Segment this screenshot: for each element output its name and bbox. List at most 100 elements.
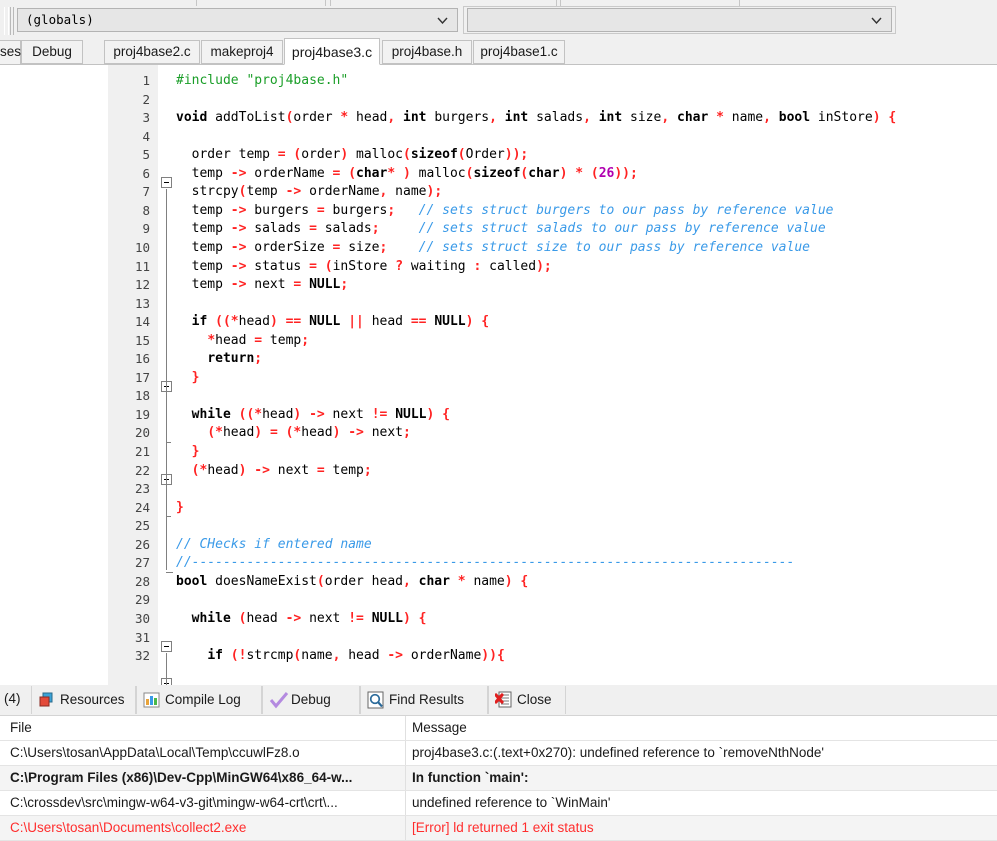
- code-line[interactable]: void addToList(order * head, int burgers…: [176, 110, 896, 125]
- line-number: 18: [134, 388, 150, 404]
- code-line[interactable]: while (head -> next != NULL) {: [176, 611, 427, 626]
- cell-message: In function `main':: [412, 770, 529, 785]
- line-number: 26: [134, 536, 150, 552]
- column-divider: [405, 791, 406, 816]
- code-line[interactable]: if (!strcmp(name, head -> orderName)){: [176, 648, 504, 663]
- line-number: 19: [134, 406, 150, 422]
- line-number: 13: [134, 295, 150, 311]
- resources-icon: [38, 691, 56, 709]
- fold-end-tick: [166, 571, 173, 573]
- output-tab-close[interactable]: Close: [488, 686, 566, 714]
- output-tab-label: Debug: [291, 692, 331, 707]
- cell-file: C:\Program Files (x86)\Dev-Cpp\MinGW64\x…: [10, 770, 353, 785]
- code-line[interactable]: }: [176, 444, 200, 459]
- line-number: 32: [134, 648, 150, 664]
- member-combo[interactable]: [467, 8, 892, 32]
- line-number: 3: [142, 110, 150, 126]
- code-line[interactable]: if ((*head) == NULL || head == NULL) {: [176, 314, 489, 329]
- tab-makeproj4[interactable]: makeproj4: [201, 40, 283, 64]
- issue-count-label: (4): [4, 691, 21, 706]
- fold-end-tick: [166, 441, 171, 443]
- fold-toggle-icon[interactable]: [161, 640, 172, 652]
- output-panel-tab-row: (4) Resources Compile Log Debug Find Result…: [0, 685, 997, 715]
- code-line[interactable]: temp -> salads = salads; // sets struct …: [176, 221, 826, 236]
- line-number: 9: [142, 221, 150, 237]
- code-line[interactable]: temp -> orderSize = size; // sets struct…: [176, 240, 810, 255]
- table-header-row: File Message: [0, 716, 997, 741]
- output-tab-find-results[interactable]: Find Results: [360, 686, 488, 714]
- fold-guide-line: [166, 485, 167, 514]
- tab-proj4base-h[interactable]: proj4base.h: [382, 40, 472, 64]
- code-editor[interactable]: 1 #include "proj4base.h" 2 3 void addToList(…: [0, 64, 997, 737]
- output-tab-debug[interactable]: Debug: [262, 686, 360, 714]
- line-number: 27: [134, 555, 150, 571]
- code-line[interactable]: #include "proj4base.h": [176, 73, 348, 88]
- line-number: 28: [134, 573, 150, 589]
- output-tab-compile-log[interactable]: Compile Log: [136, 686, 262, 714]
- compile-log-icon: [143, 691, 161, 709]
- code-line[interactable]: temp -> orderName = (char* ) malloc(size…: [176, 166, 638, 181]
- fold-guide-line: [166, 393, 167, 440]
- scope-combo[interactable]: (globals): [17, 8, 458, 32]
- fold-toggle-icon[interactable]: [161, 177, 172, 189]
- line-number: 1: [142, 73, 150, 88]
- find-results-icon: [367, 691, 385, 709]
- close-icon: [494, 691, 513, 709]
- code-line[interactable]: temp -> next = NULL;: [176, 277, 349, 292]
- tab-debug[interactable]: Debug: [21, 40, 83, 64]
- column-divider: [405, 766, 406, 791]
- code-line[interactable]: // CHecks if entered name: [176, 537, 372, 552]
- chevron-down-icon: [871, 17, 882, 24]
- line-number: 16: [134, 351, 150, 367]
- code-line[interactable]: while ((*head) -> next != NULL) {: [176, 407, 450, 422]
- code-line[interactable]: strcpy(temp -> orderName, name);: [176, 184, 443, 199]
- code-line[interactable]: (*head) = (*head) -> next;: [176, 425, 411, 440]
- output-tab-label: Close: [517, 692, 552, 707]
- line-number: 22: [134, 462, 150, 478]
- line-number: 14: [134, 314, 150, 330]
- column-header-file[interactable]: File: [10, 720, 32, 735]
- table-row[interactable]: C:\crossdev\src\mingw-w64-v3-git\mingw-w…: [0, 791, 997, 816]
- line-number: 31: [134, 629, 150, 645]
- code-line[interactable]: return;: [176, 351, 262, 366]
- code-line[interactable]: *head = temp;: [176, 333, 309, 348]
- editor-left-pad: [0, 65, 108, 686]
- cell-file: C:\Users\tosan\Documents\collect2.exe: [10, 820, 247, 835]
- line-number: 25: [134, 518, 150, 534]
- line-number: 17: [134, 369, 150, 385]
- column-header-message[interactable]: Message: [412, 720, 467, 735]
- output-tab-label: Find Results: [389, 692, 465, 707]
- toolbar-gripper[interactable]: [4, 7, 14, 35]
- line-number: 30: [134, 610, 150, 626]
- code-line[interactable]: temp -> burgers = burgers; // sets struc…: [176, 203, 834, 218]
- line-number: 12: [134, 277, 150, 293]
- tab-proj4base3-c[interactable]: proj4base3.c: [284, 38, 380, 65]
- column-divider: [405, 716, 406, 741]
- line-number: 29: [134, 592, 150, 608]
- table-row[interactable]: C:\Users\tosan\Documents\collect2.exe [Er…: [0, 816, 997, 841]
- code-line[interactable]: temp -> status = (inStore ? waiting : ca…: [176, 259, 552, 274]
- tab-partial-ses[interactable]: ses: [0, 40, 21, 66]
- line-number: 10: [134, 239, 150, 255]
- output-tab-label: Resources: [60, 692, 125, 707]
- code-text-area[interactable]: 1 #include "proj4base.h" 2 3 void addToList(…: [108, 65, 997, 686]
- line-number: 21: [134, 444, 150, 459]
- output-tab-label: Compile Log: [165, 692, 241, 707]
- code-line[interactable]: order temp = (order) malloc(sizeof(Order…: [176, 147, 529, 162]
- output-tab-resources[interactable]: Resources: [31, 686, 136, 714]
- code-line[interactable]: }: [176, 370, 200, 385]
- table-row[interactable]: C:\Program Files (x86)\Dev-Cpp\MinGW64\x…: [0, 766, 997, 791]
- find-results-table[interactable]: File Message C:\Users\tosan\AppData\Local\…: [0, 715, 997, 841]
- line-number: 20: [134, 425, 150, 441]
- tab-proj4base1-c[interactable]: proj4base1.c: [473, 40, 565, 64]
- code-line[interactable]: }: [176, 500, 184, 515]
- code-line[interactable]: bool doesNameExist(order head, char * na…: [176, 574, 528, 589]
- chevron-down-icon: [437, 17, 448, 24]
- column-divider: [405, 741, 406, 766]
- code-line[interactable]: //--------------------------------------…: [176, 555, 794, 570]
- table-row[interactable]: C:\Users\tosan\AppData\Local\Temp\ccuwlF…: [0, 741, 997, 766]
- code-line[interactable]: (*head) -> next = temp;: [176, 463, 372, 478]
- editor-tab-bar: ses Debug proj4base2.c makeproj4 proj4base…: [0, 38, 997, 66]
- line-number: 15: [134, 332, 150, 348]
- tab-proj4base2-c[interactable]: proj4base2.c: [104, 40, 200, 64]
